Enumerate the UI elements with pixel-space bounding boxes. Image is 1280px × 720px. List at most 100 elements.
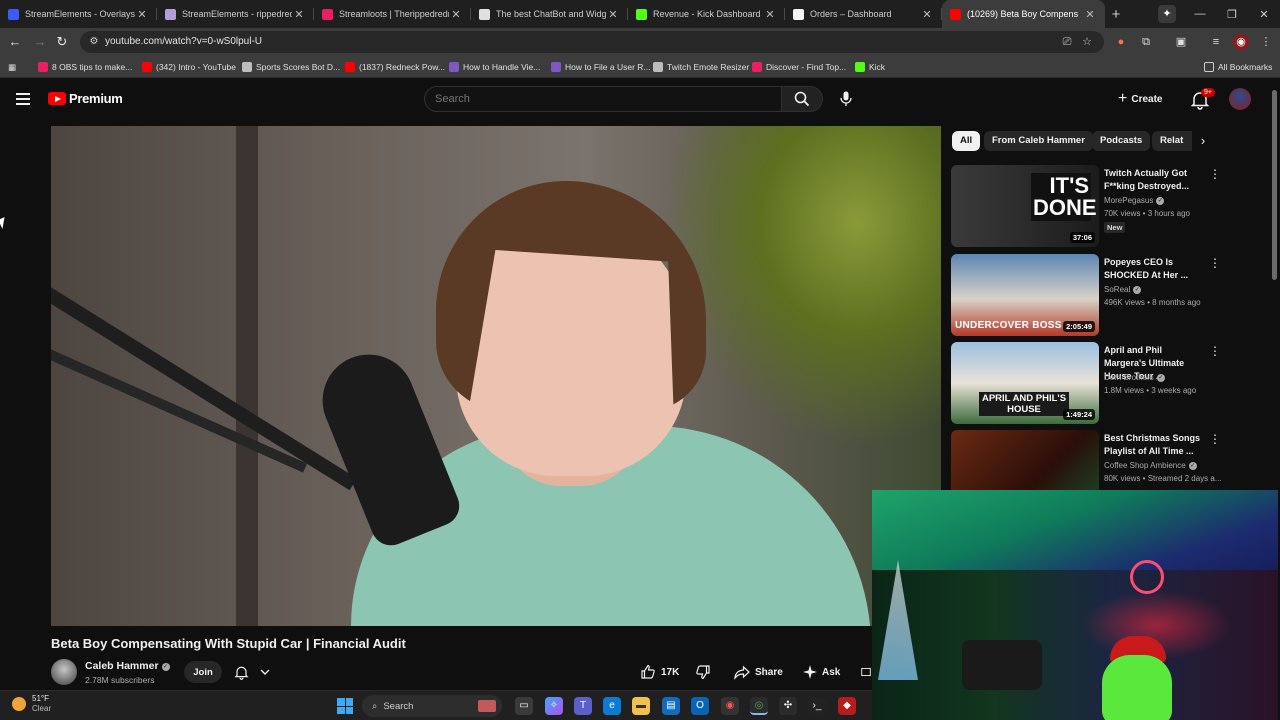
chrome-icon[interactable]: ◎: [750, 697, 768, 715]
tab-close-icon[interactable]: ✕: [1083, 8, 1097, 21]
minimize-button[interactable]: —: [1184, 8, 1216, 20]
close-window-button[interactable]: ✕: [1248, 8, 1280, 21]
recommended-channel[interactable]: SoReal ✓: [1104, 285, 1142, 294]
maximize-button[interactable]: ❐: [1216, 8, 1248, 21]
filter-chip[interactable]: All: [952, 131, 981, 151]
video-thumbnail[interactable]: IT'S DONE 37:06: [951, 165, 1099, 247]
outlook-icon[interactable]: O: [691, 697, 709, 715]
profile-icon[interactable]: ◉: [1233, 34, 1249, 50]
chrome-menu-icon[interactable]: ⋮: [1258, 34, 1274, 50]
search-button[interactable]: [781, 86, 823, 112]
bookmark-item[interactable]: (1837) Redneck Pow...: [345, 59, 445, 75]
extensions-puzzle-icon[interactable]: ⧉: [1138, 34, 1154, 50]
like-button[interactable]: 17K: [640, 661, 679, 683]
copilot-icon[interactable]: ✧: [545, 697, 563, 715]
more-actions-icon[interactable]: ⋮: [1209, 432, 1221, 446]
tab-close-icon[interactable]: ✕: [606, 8, 620, 21]
recommended-video-title[interactable]: Best Christmas Songs Playlist of All Tim…: [1104, 432, 1204, 458]
voice-search-button[interactable]: [834, 87, 858, 111]
site-info-icon[interactable]: ⚙: [87, 35, 101, 49]
share-button[interactable]: Share: [734, 661, 783, 683]
back-icon[interactable]: ←: [6, 33, 24, 51]
task-view-icon[interactable]: ▭: [515, 697, 533, 715]
reload-icon[interactable]: ↻: [53, 33, 71, 51]
account-avatar[interactable]: [1229, 88, 1251, 110]
join-button[interactable]: Join: [184, 661, 222, 683]
obs-icon[interactable]: ◉: [721, 697, 739, 715]
recommended-video[interactable]: UNDERCOVER BOSS 2:05:49 Popeyes CEO Is SHO…: [951, 254, 1231, 338]
app-icon[interactable]: ✣: [779, 697, 797, 715]
tab-close-icon[interactable]: ✕: [449, 8, 463, 21]
browser-tab[interactable]: Orders – Dashboard ✕: [785, 0, 942, 28]
browser-tab[interactable]: Streamloots | Therippedredne ✕: [314, 0, 471, 28]
search-input[interactable]: [435, 93, 765, 105]
browser-tab[interactable]: Revenue - Kick Dashboard ✕: [628, 0, 785, 28]
menu-icon[interactable]: [16, 93, 30, 105]
bookmark-item[interactable]: How to File a User R...: [551, 59, 651, 75]
bookmark-item[interactable]: Kick: [855, 59, 885, 75]
address-bar[interactable]: ⚙ youtube.com/watch?v=0-wS0lpul-U ⎚ ☆: [80, 31, 1104, 53]
chevron-right-icon[interactable]: ›: [1193, 131, 1213, 151]
browser-tab[interactable]: StreamElements - rippedredne✕: [157, 0, 314, 28]
recommended-video-title[interactable]: Popeyes CEO Is SHOCKED At Her ...: [1104, 256, 1204, 282]
bookmark-item[interactable]: How to Handle Vie...: [449, 59, 540, 75]
terminal-icon[interactable]: ›_: [808, 697, 826, 715]
bookmark-item[interactable]: 8 OBS tips to make...: [38, 59, 132, 75]
video-player[interactable]: [51, 126, 941, 626]
taskbar-search[interactable]: ⌕ Search: [362, 695, 502, 717]
more-actions-icon[interactable]: ⋮: [1209, 167, 1221, 181]
bookmark-star-icon[interactable]: ☆: [1080, 35, 1094, 49]
more-actions-icon[interactable]: ⋮: [1209, 256, 1221, 270]
video-thumbnail[interactable]: APRIL AND PHIL'S HOUSE 1:49:24: [951, 342, 1099, 424]
subscription-bell-button[interactable]: [234, 663, 270, 681]
dislike-button[interactable]: [695, 661, 711, 683]
save-button[interactable]: [861, 661, 871, 683]
more-actions-icon[interactable]: ⋮: [1209, 344, 1221, 358]
filter-chip[interactable]: Podcasts: [1092, 131, 1151, 151]
recommended-channel[interactable]: Dern Brothers ✓: [1104, 373, 1165, 382]
gemini-icon[interactable]: ✦: [1158, 5, 1176, 23]
forward-icon[interactable]: →: [31, 33, 49, 51]
recommended-video[interactable]: IT'S DONE 37:06 Twitch Actually Got F**kin…: [951, 165, 1231, 249]
browser-tab[interactable]: StreamElements - Overlays ✕: [0, 0, 157, 28]
filter-chip[interactable]: From Caleb Hammer: [984, 131, 1093, 151]
weather-widget[interactable]: 51°F Clear: [12, 694, 51, 714]
windows-start-icon[interactable]: [337, 698, 353, 714]
all-bookmarks-button[interactable]: All Bookmarks: [1204, 59, 1272, 75]
tab-close-icon[interactable]: ✕: [135, 8, 149, 21]
youtube-logo[interactable]: Premium: [48, 91, 123, 106]
file-explorer-icon[interactable]: ▬: [632, 697, 650, 715]
sidebar-icon[interactable]: ▣: [1173, 34, 1189, 50]
recommended-video[interactable]: APRIL AND PHIL'S HOUSE 1:49:24 April and P…: [951, 342, 1231, 426]
tab-close-icon[interactable]: ✕: [763, 8, 777, 21]
edge-icon[interactable]: e: [603, 697, 621, 715]
create-button[interactable]: + Create: [1118, 88, 1162, 110]
page-scrollbar[interactable]: [1272, 90, 1277, 280]
new-tab-button[interactable]: +: [1105, 0, 1127, 28]
filter-chip[interactable]: Relat: [1152, 131, 1192, 151]
teams-icon[interactable]: T: [574, 697, 592, 715]
bookmark-item[interactable]: Sports Scores Bot D...: [242, 59, 340, 75]
video-thumbnail[interactable]: UNDERCOVER BOSS 2:05:49: [951, 254, 1099, 336]
recommended-video-title[interactable]: Twitch Actually Got F**king Destroyed...: [1104, 167, 1204, 193]
browser-tab[interactable]: (10269) Beta Boy Compens ✕: [942, 0, 1105, 28]
cast-icon[interactable]: ⎚: [1060, 35, 1074, 49]
browser-tab[interactable]: The best ChatBot and Widgets✕: [471, 0, 628, 28]
media-controls-icon[interactable]: ≡: [1208, 34, 1224, 50]
app-red-icon[interactable]: ◆: [838, 697, 856, 715]
bookmark-item[interactable]: Twitch Emote Resizer: [653, 59, 749, 75]
tab-close-icon[interactable]: ✕: [920, 8, 934, 21]
channel-name[interactable]: Caleb Hammer ✓: [85, 660, 170, 672]
recommended-channel[interactable]: Coffee Shop Ambience ✓: [1104, 461, 1197, 470]
bookmark-item[interactable]: Discover - Find Top...: [752, 59, 846, 75]
bookmark-item[interactable]: (342) Intro - YouTube: [142, 59, 236, 75]
url-text[interactable]: youtube.com/watch?v=0-wS0lpul-U: [105, 36, 262, 47]
recommended-channel[interactable]: MorePegasus ✓: [1104, 196, 1165, 205]
ask-button[interactable]: Ask: [803, 661, 840, 683]
tab-close-icon[interactable]: ✕: [292, 8, 306, 21]
store-icon[interactable]: ▤: [662, 697, 680, 715]
channel-avatar[interactable]: [51, 659, 77, 685]
search-box[interactable]: [424, 86, 782, 112]
extension-icon[interactable]: ●: [1113, 34, 1129, 50]
apps-grid-icon[interactable]: ▦: [8, 59, 16, 75]
